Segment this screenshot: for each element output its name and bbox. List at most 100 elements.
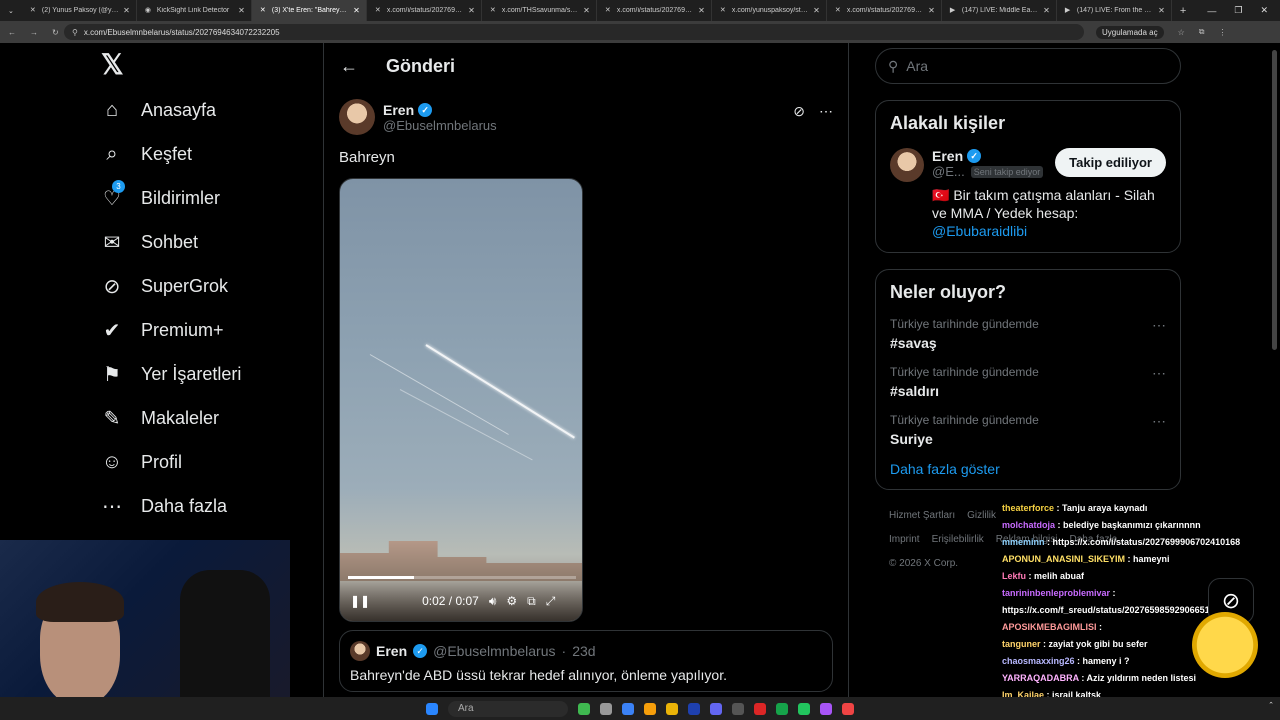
chrome-icon[interactable]: [644, 702, 656, 715]
related-name[interactable]: Eren: [932, 148, 963, 164]
video-player[interactable]: ❚❚ 0:02 / 0:07 🔊︎ ⚙ ⧉ ⤢: [339, 178, 583, 622]
video-progress-bar[interactable]: [348, 576, 576, 579]
tab-close-icon[interactable]: ✕: [928, 6, 935, 15]
chat-username[interactable]: Lekfu: [1002, 571, 1026, 581]
more-options-icon[interactable]: ⋯: [1152, 317, 1166, 334]
grok-icon[interactable]: ⊘: [793, 103, 805, 120]
quoted-post[interactable]: Eren ✓ @Ebuselmnbelarus · 23d Bahreyn'de…: [339, 630, 833, 692]
bookmark-star-icon[interactable]: ☆: [1178, 28, 1185, 37]
related-handle[interactable]: @E...: [932, 164, 965, 179]
browser-tab[interactable]: ✕ x.com/THSsavunma/status/2 ✕: [482, 0, 597, 21]
address-bar[interactable]: ⚲ x.com/Ebuselmnbelarus/status/202769463…: [64, 24, 1084, 40]
app-icon[interactable]: [578, 702, 590, 715]
tab-list-icon[interactable]: ⌄: [0, 7, 22, 15]
trend-item[interactable]: Türkiye tarihinde gündemde Suriye ⋯: [890, 413, 1166, 447]
browser-tab[interactable]: ✕ x.com/i/status/2027690964 ✕: [827, 0, 942, 21]
maximize-icon[interactable]: ❐: [1234, 5, 1242, 16]
app-icon[interactable]: [754, 702, 766, 715]
browser-tab[interactable]: ✕ x.com/yunuspaksoy/status/2 ✕: [712, 0, 827, 21]
author-handle[interactable]: @Ebuselmnbelarus: [383, 118, 497, 133]
tab-close-icon[interactable]: ✕: [468, 6, 475, 15]
system-tray[interactable]: ⌃: [1268, 701, 1274, 709]
trend-item[interactable]: Türkiye tarihinde gündemde #saldırı ⋯: [890, 365, 1166, 399]
browser-tab[interactable]: ▶ (147) LIVE: From the Middle E ✕: [1057, 0, 1172, 21]
new-tab-icon[interactable]: +: [1172, 5, 1194, 17]
pause-icon[interactable]: ❚❚: [350, 594, 370, 608]
chat-username[interactable]: theaterforce: [1002, 503, 1054, 513]
footer-link[interactable]: Imprint: [889, 534, 920, 545]
chat-username[interactable]: APONUN_ANASINI_SIKEYIM: [1002, 554, 1125, 564]
more-options-icon[interactable]: ⋯: [1152, 365, 1166, 382]
extensions-icon[interactable]: ⧉: [1199, 27, 1205, 37]
taskbar-search[interactable]: Ara: [448, 700, 568, 717]
footer-link[interactable]: Hizmet Şartları: [889, 510, 955, 521]
app-icon[interactable]: [820, 702, 832, 715]
tab-close-icon[interactable]: ✕: [813, 6, 820, 15]
forward-icon[interactable]: →: [30, 28, 38, 37]
chat-username[interactable]: APOSIKMEBAGIMLISI: [1002, 622, 1097, 632]
folder-icon[interactable]: [666, 702, 678, 715]
app-icon[interactable]: [732, 702, 744, 715]
app-icon[interactable]: [688, 702, 700, 715]
related-person[interactable]: Eren ✓ @E... Seni takip ediyor Takip edili…: [890, 148, 1166, 182]
browser-tab[interactable]: ◉ KickSight Link Detector ✕: [137, 0, 252, 21]
post-author[interactable]: Eren ✓ @Ebuselmnbelarus: [339, 99, 833, 135]
nav-item-premium[interactable]: ✔ Premium+: [95, 308, 315, 352]
trend-item[interactable]: Türkiye tarihinde gündemde #savaş ⋯: [890, 317, 1166, 351]
nav-item-profile[interactable]: ☺ Profil: [95, 440, 315, 484]
browser-tab[interactable]: ▶ (147) LIVE: Middle East real-t ✕: [942, 0, 1057, 21]
more-options-icon[interactable]: ⋯: [819, 103, 833, 120]
tab-close-icon[interactable]: ✕: [583, 6, 590, 15]
pip-icon[interactable]: ⧉: [527, 594, 536, 609]
nav-item-bookmark[interactable]: ⚑ Yer İşaretleri: [95, 352, 315, 396]
avatar[interactable]: [890, 148, 924, 182]
browser-tab[interactable]: ✕ x.com/i/status/2027694814 ✕: [367, 0, 482, 21]
browser-tab[interactable]: ✕ x.com/i/status/202769174821 ✕: [597, 0, 712, 21]
browser-tab[interactable]: ✕ (3) X'te Eren: "Bahreyn ht ✕: [251, 0, 367, 21]
avatar[interactable]: [339, 99, 375, 135]
show-more-link[interactable]: Daha fazla göster: [890, 461, 1166, 477]
chat-username[interactable]: chaosmaxxing26: [1002, 656, 1075, 666]
nav-item-more[interactable]: ⋯ Daha fazla: [95, 484, 315, 528]
app-icon[interactable]: [842, 702, 854, 715]
more-options-icon[interactable]: ⋯: [1152, 413, 1166, 430]
chat-username[interactable]: tanguner: [1002, 639, 1041, 649]
site-info-icon[interactable]: ⚲: [72, 28, 78, 37]
chat-username[interactable]: mmeminn: [1002, 537, 1045, 547]
minimize-icon[interactable]: —: [1207, 6, 1216, 16]
nav-item-grok[interactable]: ⊘ SuperGrok: [95, 264, 315, 308]
following-button[interactable]: Takip ediliyor: [1055, 148, 1166, 177]
footer-link[interactable]: Gizlilik: [967, 510, 996, 521]
nav-item-article[interactable]: ✎ Makaleler: [95, 396, 315, 440]
x-logo-icon[interactable]: 𝕏: [101, 48, 315, 88]
author-name[interactable]: Eren: [383, 102, 414, 118]
volume-icon[interactable]: 🔊︎: [489, 594, 497, 609]
tab-close-icon[interactable]: ✕: [353, 6, 360, 15]
app-icon[interactable]: [622, 702, 634, 715]
nav-item-bell[interactable]: ♡ 3 Bildirimler: [95, 176, 315, 220]
back-icon[interactable]: ←: [8, 28, 16, 37]
spotify-icon[interactable]: [798, 702, 810, 715]
tab-close-icon[interactable]: ✕: [238, 6, 245, 15]
bio-link[interactable]: @Ebubaraidlibi: [932, 223, 1027, 239]
app-icon[interactable]: [600, 702, 612, 715]
search-input[interactable]: ⚲ Ara: [875, 48, 1181, 84]
chat-username[interactable]: molchatdoja: [1002, 520, 1055, 530]
tab-close-icon[interactable]: ✕: [1043, 6, 1050, 15]
nav-item-home[interactable]: ⌂ Anasayfa: [95, 88, 315, 132]
browser-tab[interactable]: ✕(2) Yunus Paksoy (@yunuspak✕: [22, 0, 137, 21]
reload-icon[interactable]: ↻: [52, 28, 59, 37]
scrollbar[interactable]: [1272, 50, 1277, 350]
open-in-app-button[interactable]: Uygulamada aç: [1096, 25, 1164, 39]
back-arrow-icon[interactable]: ←: [340, 56, 358, 77]
settings-icon[interactable]: ⚙: [506, 594, 517, 608]
discord-icon[interactable]: [710, 702, 722, 715]
tab-close-icon[interactable]: ✕: [123, 6, 130, 15]
start-icon[interactable]: [426, 702, 438, 715]
tab-close-icon[interactable]: ✕: [698, 6, 705, 15]
chat-username[interactable]: YARRAQADABRA: [1002, 673, 1079, 683]
chat-username[interactable]: tanrininbenleproblemivar: [1002, 588, 1110, 598]
nav-item-search[interactable]: ⌕ Keşfet: [95, 132, 315, 176]
nav-item-mail[interactable]: ✉ Sohbet: [95, 220, 315, 264]
menu-icon[interactable]: ⋮: [1218, 28, 1226, 37]
